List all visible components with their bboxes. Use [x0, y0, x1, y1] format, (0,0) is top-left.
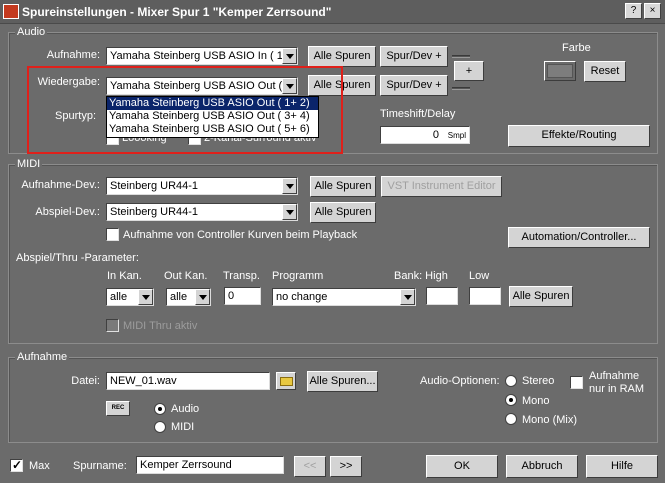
cancel-button[interactable]: Abbruch [506, 455, 578, 478]
midi-thru-label: MIDI Thru aktiv [123, 320, 198, 332]
chevron-down-icon[interactable] [138, 289, 153, 305]
file-label: Datei: [71, 375, 100, 387]
folder-icon [280, 377, 293, 386]
transpose-label: Transp. [223, 270, 260, 282]
audio-input-all-tracks-button[interactable]: Alle Spuren [308, 46, 376, 67]
audio-input-value: Yamaha Steinberg USB ASIO In ( 1 ) [110, 50, 290, 62]
midi-thru-checkbox[interactable] [106, 319, 119, 332]
midi-input-all-tracks-button[interactable]: Alle Spuren [310, 176, 376, 197]
record-audio-radio[interactable] [154, 403, 166, 415]
track-name-value: Kemper Zerrsound [140, 459, 232, 471]
automation-controller-button[interactable]: Automation/Controller... [508, 227, 650, 248]
record-midi-label: MIDI [171, 421, 195, 433]
midi-input-select[interactable]: Steinberg UR44-1 [106, 177, 298, 195]
vst-editor-button[interactable]: VST Instrument Editor [381, 176, 502, 197]
recording-all-tracks-button[interactable]: Alle Spuren... [307, 371, 378, 392]
farbe-label: Farbe [562, 42, 591, 54]
help-title-button[interactable]: ? [625, 3, 642, 19]
color-swatch[interactable] [544, 61, 576, 81]
chevron-down-icon[interactable] [400, 289, 415, 305]
audio-input-select[interactable]: Yamaha Steinberg USB ASIO In ( 1 ) [106, 47, 298, 65]
file-value: NEW_01.wav [110, 375, 177, 387]
timeshift-label: Timeshift/Delay [380, 108, 456, 120]
program-value: no change [276, 291, 328, 303]
timeshift-input[interactable]: 0 Smpl [380, 126, 470, 144]
record-midi-radio[interactable] [154, 421, 166, 433]
effects-routing-button[interactable]: Effekte/Routing [508, 125, 650, 147]
mono-mix-radio[interactable] [505, 413, 517, 425]
in-channel-value: alle [110, 291, 128, 303]
mono-mix-label: Mono (Mix) [522, 414, 578, 426]
midi-output-all-tracks-button[interactable]: Alle Spuren [310, 202, 376, 223]
midi-output-select[interactable]: Steinberg UR44-1 [106, 203, 298, 221]
out-channel-label: Out Kan. [164, 270, 208, 282]
previous-track-button[interactable]: << [294, 456, 326, 477]
ok-button[interactable]: OK [426, 455, 498, 478]
highlight-frame [27, 66, 343, 154]
program-select[interactable]: no change [272, 288, 416, 306]
ram-only-checkbox[interactable] [570, 376, 583, 389]
reset-button[interactable]: Reset [584, 61, 626, 82]
bank-low-input[interactable] [469, 287, 501, 305]
midi-group-label: MIDI [15, 158, 43, 170]
controller-curves-checkbox[interactable] [106, 228, 119, 241]
title-bar[interactable]: Spureinstellungen - Mixer Spur 1 "Kemper… [0, 0, 665, 24]
plus-button[interactable]: + [454, 61, 484, 81]
audio-options-label: Audio-Optionen: [420, 375, 500, 387]
max-checkbox[interactable]: ✓ [10, 458, 23, 472]
record-audio-label: Audio [171, 403, 200, 415]
mono-label: Mono [522, 395, 550, 407]
midi-input-value: Steinberg UR44-1 [110, 180, 199, 192]
track-name-input[interactable]: Kemper Zerrsound [136, 456, 284, 474]
audio-input-track-dev-button[interactable]: Spur/Dev + [380, 46, 448, 67]
folder-open-icon[interactable] [276, 372, 296, 390]
help-button[interactable]: Hilfe [586, 455, 658, 478]
controller-curves-label: Aufnahme von Controller Kurven beim Play… [123, 229, 358, 241]
rec-button[interactable]: REC [106, 401, 130, 416]
app-icon [3, 4, 19, 19]
track-name-label: Spurname: [73, 460, 127, 472]
timeshift-value: 0 [432, 129, 439, 141]
mono-radio[interactable] [505, 394, 517, 406]
playback-params-label: Abspiel/Thru -Parameter: [16, 252, 139, 264]
program-label: Programm [272, 270, 324, 282]
out-channel-select[interactable]: alle [166, 288, 211, 306]
audio-output-track-dev-button[interactable]: Spur/Dev + [380, 75, 448, 96]
check-icon: ✓ [12, 458, 23, 472]
stereo-label: Stereo [522, 375, 555, 387]
next-track-button[interactable]: >> [330, 456, 362, 477]
file-input[interactable]: NEW_01.wav [106, 372, 270, 390]
aufnahme-label: Aufnahme: [46, 49, 100, 61]
midi-output-value: Steinberg UR44-1 [110, 206, 199, 218]
ram-only-label-line1: Aufnahme [589, 370, 640, 382]
timeshift-unit: Smpl [447, 131, 466, 140]
chevron-down-icon[interactable] [282, 48, 297, 64]
bank-low-label: Low [469, 270, 490, 282]
close-title-button[interactable]: × [644, 3, 661, 19]
bank-high-input[interactable] [426, 287, 458, 305]
ram-only-label-line2: nur in RAM [589, 383, 645, 395]
bank-high-label: Bank: High [394, 270, 448, 282]
in-channel-select[interactable]: alle [106, 288, 154, 306]
track-settings-dialog: Spureinstellungen - Mixer Spur 1 "Kemper… [0, 0, 665, 483]
window-title: Spureinstellungen - Mixer Spur 1 "Kemper… [22, 5, 332, 19]
recording-group-label: Aufnahme [15, 351, 70, 363]
stereo-radio[interactable] [505, 375, 517, 387]
max-label: Max [29, 460, 50, 472]
in-channel-label: In Kan. [107, 270, 142, 282]
chevron-down-icon[interactable] [195, 289, 210, 305]
out-channel-value: alle [170, 291, 188, 303]
recording-group [8, 357, 658, 443]
midi-output-label: Abspiel-Dev.: [35, 206, 100, 218]
midi-input-label: Aufnahme-Dev.: [21, 179, 100, 191]
slider-track[interactable] [452, 55, 470, 58]
color-swatch-fill [547, 64, 573, 78]
chevron-down-icon[interactable] [282, 204, 297, 220]
audio-group-label: Audio [15, 26, 48, 38]
slider-track[interactable] [452, 87, 470, 90]
transpose-value: 0 [228, 290, 235, 302]
transpose-input[interactable]: 0 [224, 287, 261, 305]
chevron-down-icon[interactable] [282, 178, 297, 194]
params-all-tracks-button[interactable]: Alle Spuren [509, 286, 573, 307]
